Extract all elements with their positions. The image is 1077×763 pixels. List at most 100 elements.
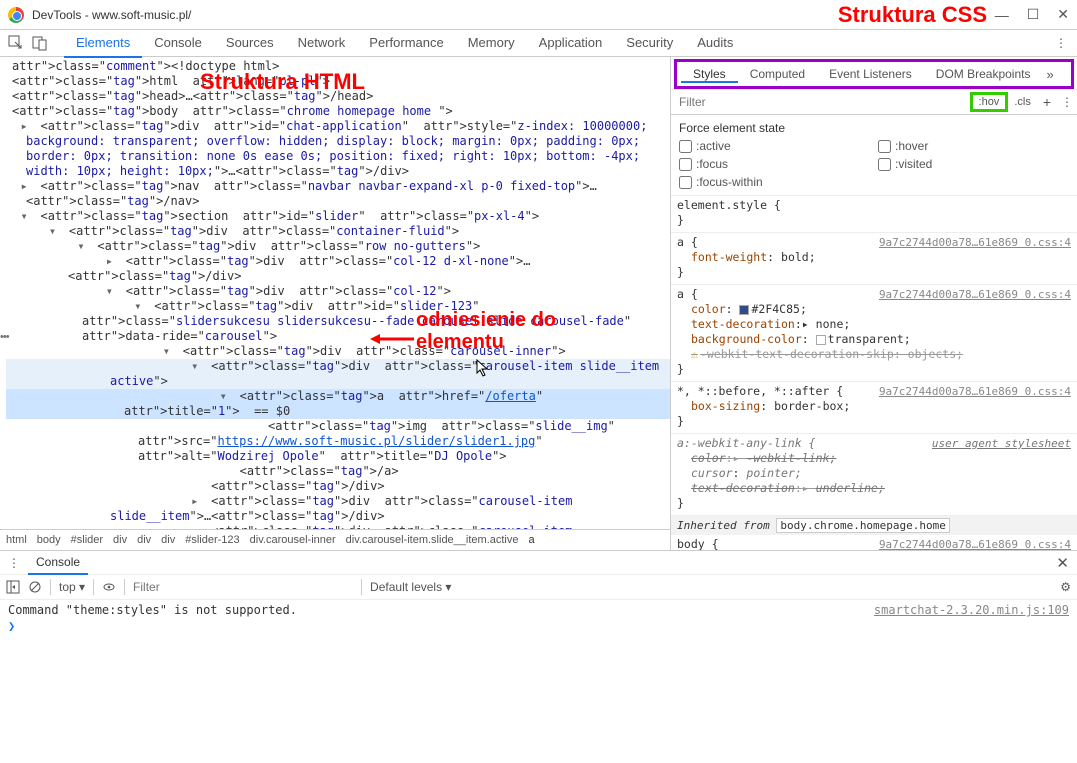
breadcrumb-item[interactable]: div bbox=[161, 534, 175, 546]
console-sidebar-toggle-icon[interactable] bbox=[6, 580, 20, 594]
dom-line[interactable]: ▸<attr">class="tag">div attr">class="car… bbox=[6, 524, 670, 529]
minimize-button[interactable]: ― bbox=[995, 7, 1009, 23]
force-state-checkbox[interactable] bbox=[878, 158, 891, 171]
force-state-focus-within[interactable]: :focus-within bbox=[679, 175, 870, 189]
tab-security[interactable]: Security bbox=[614, 29, 685, 58]
cursor-icon bbox=[476, 359, 490, 377]
styles-tab-dom-breakpoints[interactable]: DOM Breakpoints bbox=[924, 67, 1043, 81]
console-toolbar: top ▾ Default levels ▾ ⚙ bbox=[0, 574, 1077, 600]
force-state-hover[interactable]: :hover bbox=[878, 139, 1069, 153]
force-state-checkbox[interactable] bbox=[878, 140, 891, 153]
hov-toggle-button[interactable]: :hov bbox=[970, 92, 1009, 112]
tab-elements[interactable]: Elements bbox=[64, 29, 142, 58]
dom-line[interactable]: ▾<attr">class="tag">a attr">href="/ofert… bbox=[6, 389, 670, 419]
console-drawer-menu-icon[interactable]: ⋮ bbox=[8, 556, 20, 570]
styles-menu-icon[interactable]: ⋮ bbox=[1057, 95, 1077, 109]
styles-tab-event-listeners[interactable]: Event Listeners bbox=[817, 67, 924, 81]
breadcrumb-item[interactable]: div.carousel-item.slide__item.active bbox=[346, 534, 519, 546]
styles-filter-input[interactable] bbox=[671, 95, 970, 109]
new-style-rule-button[interactable]: + bbox=[1037, 93, 1057, 111]
dom-line[interactable]: ▾<attr">class="tag">body attr">class="ch… bbox=[6, 104, 670, 119]
annotation-struct-html: Struktura HTML bbox=[200, 69, 365, 95]
css-rule[interactable]: a {9a7c2744d00a78…61e869 0.css:4font-wei… bbox=[671, 233, 1077, 285]
dom-line[interactable]: ▾<attr">class="tag">div attr">class="col… bbox=[6, 284, 670, 299]
force-state-checkbox[interactable] bbox=[679, 176, 692, 189]
styles-tab-styles[interactable]: Styles bbox=[681, 67, 738, 83]
console-message: Command "theme:styles" is not supported. bbox=[8, 602, 297, 618]
dom-line[interactable]: ▾<attr">class="tag">div attr">class="con… bbox=[6, 224, 670, 239]
elements-panel: attr">class="comment"><!doctype html> <a… bbox=[0, 57, 671, 550]
console-filter-input[interactable] bbox=[133, 580, 353, 594]
tab-console[interactable]: Console bbox=[142, 29, 214, 58]
dom-line[interactable]: ▾<attr">class="tag">div attr">id="slider… bbox=[6, 299, 670, 344]
device-toggle-icon[interactable] bbox=[28, 31, 52, 55]
live-expression-icon[interactable] bbox=[102, 580, 116, 594]
tab-network[interactable]: Network bbox=[286, 29, 358, 58]
annotation-struct-css: Struktura CSS bbox=[838, 2, 987, 28]
css-rule[interactable]: *, *::before, *::after {9a7c2744d00a78…6… bbox=[671, 382, 1077, 434]
css-rule[interactable]: a {9a7c2744d00a78…61e869 0.css:4color: #… bbox=[671, 285, 1077, 382]
annotation-arrow-icon bbox=[370, 332, 416, 346]
force-state-title: Force element state bbox=[679, 121, 1069, 135]
dom-line[interactable]: <attr">class="tag">img attr">class="slid… bbox=[6, 419, 670, 464]
dom-line[interactable]: ▾<attr">class="tag">div attr">class="row… bbox=[6, 239, 670, 254]
console-settings-icon[interactable]: ⚙ bbox=[1060, 580, 1071, 594]
force-state-checkbox[interactable] bbox=[679, 140, 692, 153]
breadcrumb[interactable]: htmlbody#sliderdivdivdiv#slider-123div.c… bbox=[0, 529, 670, 550]
breadcrumb-item[interactable]: div.carousel-inner bbox=[250, 534, 336, 546]
dom-line[interactable]: ▾<attr">class="tag">div attr">class="car… bbox=[6, 359, 670, 389]
breadcrumb-item[interactable]: a bbox=[528, 534, 534, 546]
tab-memory[interactable]: Memory bbox=[456, 29, 527, 58]
maximize-button[interactable]: ☐ bbox=[1027, 6, 1040, 23]
styles-panel: StylesComputedEvent ListenersDOM Breakpo… bbox=[671, 57, 1077, 550]
console-body[interactable]: Command "theme:styles" is not supported.… bbox=[0, 600, 1077, 730]
console-tab[interactable]: Console bbox=[28, 551, 88, 575]
dom-line[interactable]: ▾<attr">class="tag">div attr">class="car… bbox=[6, 344, 670, 359]
breadcrumb-item[interactable]: div bbox=[137, 534, 151, 546]
dom-line[interactable]: ▸<attr">class="tag">nav attr">class="nav… bbox=[6, 179, 670, 209]
breadcrumb-item[interactable]: #slider bbox=[71, 534, 103, 546]
console-drawer-header: ⋮ Console ✕ bbox=[0, 550, 1077, 574]
tab-audits[interactable]: Audits bbox=[685, 29, 745, 58]
console-message-source[interactable]: smartchat-2.3.20.min.js:109 bbox=[874, 602, 1069, 618]
tab-performance[interactable]: Performance bbox=[357, 29, 455, 58]
dom-line[interactable]: <attr">class="tag">/div> bbox=[6, 479, 670, 494]
dom-line[interactable]: ▸<attr">class="tag">div attr">class="col… bbox=[6, 254, 670, 284]
dom-line-marker: ••• bbox=[0, 331, 9, 343]
css-rule[interactable]: body {9a7c2744d00a78…61e869 0.css:4 bbox=[671, 535, 1077, 550]
inspect-icon[interactable] bbox=[4, 31, 28, 55]
dom-line[interactable]: ▾<attr">class="tag">section attr">id="sl… bbox=[6, 209, 670, 224]
inherited-from-row: Inherited from body.chrome.homepage.home bbox=[671, 516, 1077, 535]
breadcrumb-item[interactable]: #slider-123 bbox=[185, 534, 239, 546]
force-state-panel: Force element state :active :hover :focu… bbox=[671, 115, 1077, 196]
css-rule[interactable]: element.style {} bbox=[671, 196, 1077, 233]
devtools-menu-icon[interactable]: ⋮ bbox=[1049, 36, 1073, 50]
cls-toggle-button[interactable]: .cls bbox=[1010, 95, 1035, 109]
dom-line[interactable]: <attr">class="tag">/a> bbox=[6, 464, 670, 479]
force-state-active[interactable]: :active bbox=[679, 139, 870, 153]
breadcrumb-item[interactable]: html bbox=[6, 534, 27, 546]
console-context-selector[interactable]: top ▾ bbox=[59, 580, 85, 594]
close-button[interactable]: ✕ bbox=[1057, 6, 1069, 23]
console-close-button[interactable]: ✕ bbox=[1056, 554, 1069, 572]
console-prompt[interactable]: ❯ bbox=[8, 618, 15, 634]
force-state-checkbox[interactable] bbox=[679, 158, 692, 171]
breadcrumb-item[interactable]: div bbox=[113, 534, 127, 546]
breadcrumb-item[interactable]: body bbox=[37, 534, 61, 546]
dom-line[interactable]: ▸<attr">class="tag">div attr">class="car… bbox=[6, 494, 670, 524]
devtools-tabbar: ElementsConsoleSourcesNetworkPerformance… bbox=[0, 30, 1077, 57]
styles-tab-computed[interactable]: Computed bbox=[738, 67, 817, 81]
styles-more-tabs-icon[interactable]: » bbox=[1042, 67, 1057, 82]
clear-console-icon[interactable] bbox=[28, 580, 42, 594]
dom-tree[interactable]: attr">class="comment"><!doctype html> <a… bbox=[0, 57, 670, 529]
force-state-visited[interactable]: :visited bbox=[878, 157, 1069, 171]
console-levels-selector[interactable]: Default levels ▾ bbox=[370, 580, 451, 594]
css-rule[interactable]: a:-webkit-any-link {user agent styleshee… bbox=[671, 434, 1077, 516]
tab-application[interactable]: Application bbox=[527, 29, 615, 58]
tab-sources[interactable]: Sources bbox=[214, 29, 286, 58]
styles-rules[interactable]: element.style {}a {9a7c2744d00a78…61e869… bbox=[671, 196, 1077, 550]
force-state-focus[interactable]: :focus bbox=[679, 157, 870, 171]
dom-line[interactable]: ▸<attr">class="tag">div attr">id="chat-a… bbox=[6, 119, 670, 179]
annotation-ref-element: odniesienie doelementu bbox=[416, 309, 556, 353]
styles-tabs-highlight: StylesComputedEvent ListenersDOM Breakpo… bbox=[674, 59, 1074, 89]
